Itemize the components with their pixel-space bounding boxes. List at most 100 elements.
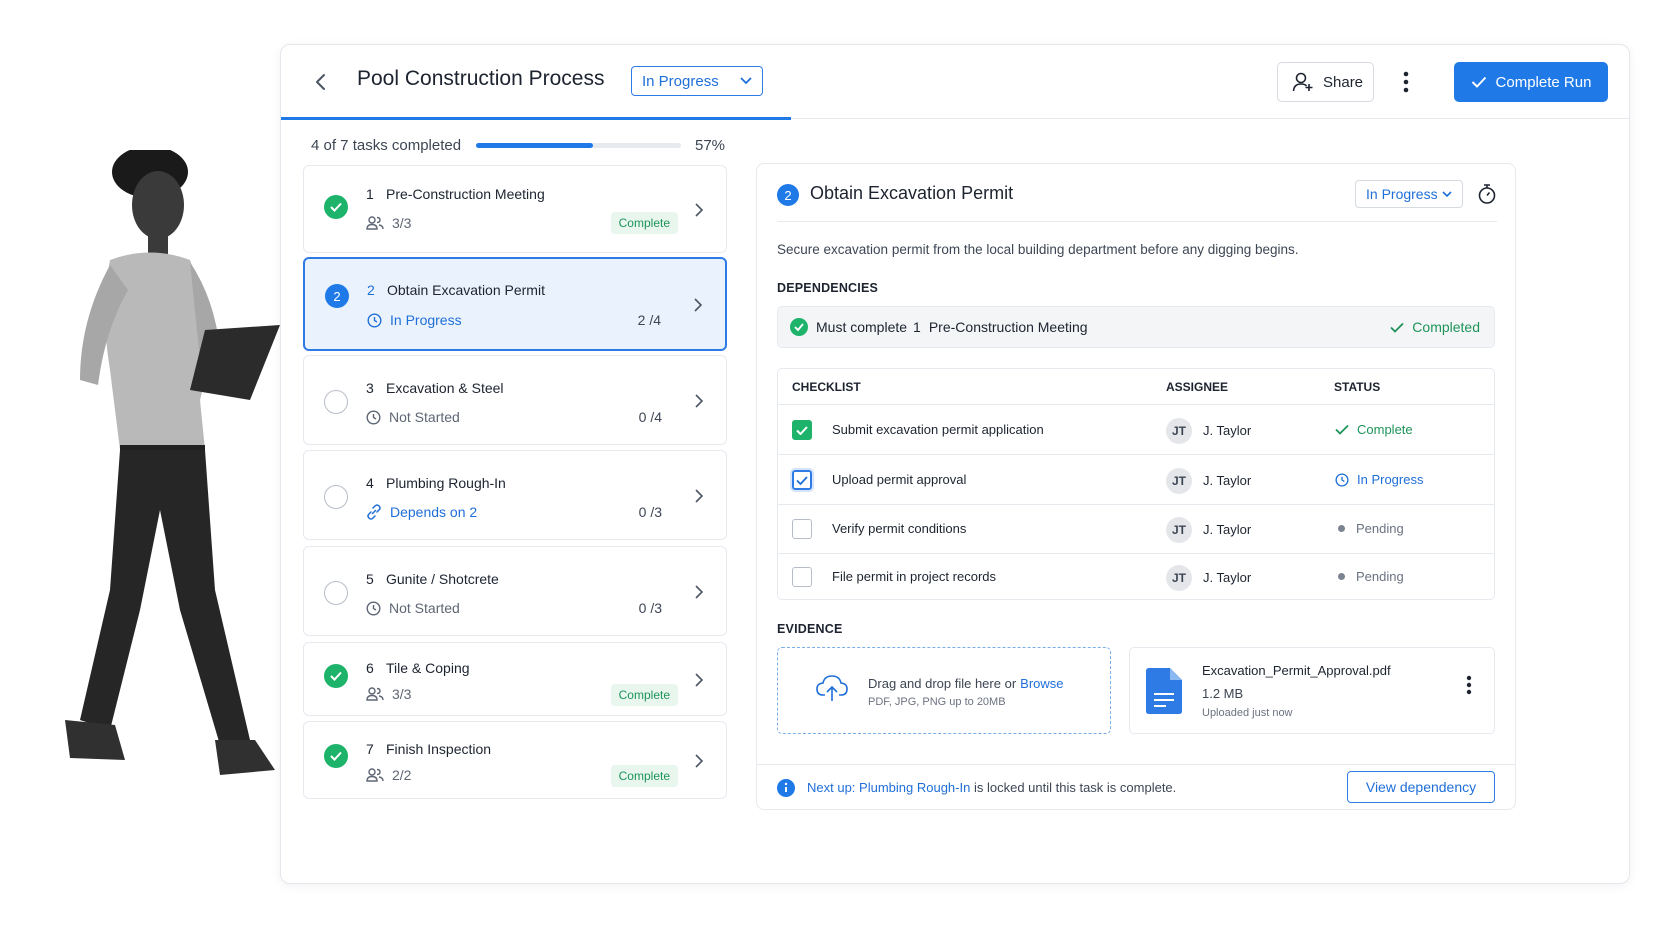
kebab-menu-icon: [1466, 675, 1472, 695]
users-icon: [366, 216, 384, 230]
checklist-status-text: Pending: [1356, 521, 1404, 536]
task-item-5[interactable]: 5 Gunite / Shotcrete Not Started 0 /3: [303, 546, 727, 636]
progress-percent: 57%: [695, 136, 726, 154]
task-number: 1: [366, 186, 374, 202]
task-title-text: Tile & Coping: [386, 660, 470, 676]
task-title: 2 Obtain Excavation Permit: [367, 282, 545, 298]
dependency-prefix: Must complete: [816, 319, 908, 335]
share-button[interactable]: Share: [1277, 62, 1374, 102]
uploaded-file-card[interactable]: Excavation_Permit_Approval.pdf 1.2 MB Up…: [1129, 647, 1495, 734]
task-item-3[interactable]: 3 Excavation & Steel Not Started 0 /4: [303, 355, 727, 445]
chevron-right-icon: [695, 394, 704, 408]
person-illustration: [65, 150, 280, 775]
task-detail-panel: 2 Obtain Excavation Permit In Progress S…: [756, 163, 1516, 810]
info-icon: [777, 779, 795, 797]
task-item-1[interactable]: 1 Pre-Construction Meeting 3/3 Complete: [303, 165, 727, 253]
task-active-number: 2: [325, 284, 349, 308]
status-badge: Complete: [610, 684, 678, 706]
checklist-status: Pending: [1335, 521, 1404, 536]
header: Pool Construction Process In Progress Sh…: [281, 45, 1629, 120]
check-icon: [1390, 322, 1404, 333]
checklist-checkbox[interactable]: [792, 519, 812, 539]
task-status-select[interactable]: In Progress: [1355, 180, 1463, 208]
assignee-name: J. Taylor: [1203, 473, 1252, 488]
complete-run-button[interactable]: Complete Run: [1454, 62, 1608, 102]
task-title-text: Finish Inspection: [386, 741, 492, 757]
dependency-title: Pre-Construction Meeting: [928, 319, 1088, 335]
checklist-item: Verify permit conditions: [832, 521, 967, 536]
task-item-2[interactable]: 2 2 Obtain Excavation Permit In Progress …: [303, 257, 727, 351]
add-user-icon: [1292, 72, 1313, 92]
browse-link[interactable]: Browse: [1020, 676, 1063, 691]
assignee-name: J. Taylor: [1203, 570, 1252, 585]
checklist-checkbox[interactable]: [792, 567, 812, 587]
col-status: STATUS: [1334, 380, 1381, 394]
pending-dot-icon: [1338, 525, 1345, 532]
avatar: JT: [1166, 468, 1192, 494]
checklist-checkbox[interactable]: [790, 468, 814, 492]
task-number: 5: [366, 571, 374, 587]
task-title: 3 Excavation & Steel: [366, 380, 504, 396]
checklist-status: Complete: [1335, 422, 1413, 437]
task-status-value: In Progress: [1366, 186, 1438, 202]
task-complete-icon: [324, 744, 348, 768]
checklist-item: File permit in project records: [832, 569, 996, 584]
complete-run-label: Complete Run: [1495, 73, 1592, 91]
clock-icon: [366, 409, 381, 425]
detail-title: Obtain Excavation Permit: [810, 183, 1014, 203]
task-item-6[interactable]: 6 Tile & Coping 3/3 Complete: [303, 642, 727, 716]
users-icon: [366, 687, 384, 701]
view-dependency-button[interactable]: View dependency: [1347, 771, 1495, 803]
assignee-name: J. Taylor: [1203, 423, 1252, 438]
file-drop-zone[interactable]: Drag and drop file here or Browse PDF, JP…: [777, 647, 1111, 734]
run-progress: 4 of 7 tasks completed 57%: [311, 133, 741, 157]
check-icon: [1471, 76, 1486, 88]
chevron-right-icon: [694, 298, 703, 312]
dependency-status-text: Completed: [1412, 319, 1480, 335]
evidence-heading: EVIDENCE: [777, 622, 843, 636]
drop-text: Drag and drop file here or Browse: [868, 676, 1064, 691]
dependency-status: Completed: [1390, 319, 1480, 335]
check-icon: [796, 425, 808, 435]
share-label: Share: [1323, 73, 1364, 91]
task-status: In Progress: [367, 312, 462, 328]
users-icon: [366, 768, 384, 782]
task-pending-icon: [324, 390, 348, 414]
progress-track: [476, 142, 681, 148]
task-pending-icon: [324, 485, 348, 509]
table-row: Submit excavation permit application JT …: [778, 406, 1494, 455]
status-badge: Complete: [610, 765, 678, 787]
task-number: 3: [366, 380, 374, 396]
task-meta-text: Not Started: [389, 600, 460, 616]
table-row: File permit in project records JT J. Tay…: [778, 553, 1494, 602]
file-upload-time: Uploaded just now: [1202, 707, 1293, 719]
timer-icon[interactable]: [1477, 183, 1497, 205]
checklist-status-text: Complete: [1357, 422, 1413, 437]
cloud-upload-icon: [816, 675, 848, 701]
chevron-down-icon: [1442, 190, 1452, 197]
check-icon: [1335, 424, 1349, 435]
next-up-suffix: is locked until this task is complete.: [973, 780, 1177, 795]
checklist-item: Submit excavation permit application: [832, 422, 1044, 437]
back-button[interactable]: [305, 67, 335, 97]
file-size: 1.2 MB: [1202, 686, 1244, 701]
chevron-right-icon: [695, 203, 704, 217]
task-pending-icon: [324, 581, 348, 605]
next-task-link[interactable]: Plumbing Rough-In: [859, 780, 970, 795]
task-item-4[interactable]: 4 Plumbing Rough-In Depends on 2 0 /3: [303, 450, 727, 540]
task-title: 1 Pre-Construction Meeting: [366, 186, 545, 202]
clock-icon: [1335, 472, 1349, 487]
detail-header: 2 Obtain Excavation Permit In Progress: [777, 180, 1497, 222]
next-up-label: Next up:: [807, 780, 856, 795]
task-title-text: Gunite / Shotcrete: [386, 571, 499, 587]
task-item-7[interactable]: 7 Finish Inspection 2/2 Complete: [303, 721, 727, 799]
more-options-button[interactable]: [1394, 67, 1418, 97]
clock-icon: [366, 600, 381, 616]
file-options-button[interactable]: [1460, 672, 1478, 698]
run-status-select[interactable]: In Progress: [631, 66, 763, 96]
checklist-checkbox[interactable]: [792, 420, 812, 440]
task-dependency: Depends on 2: [366, 504, 477, 520]
task-meta-text: 2/2: [392, 767, 412, 783]
app-window: Pool Construction Process In Progress Sh…: [280, 44, 1630, 884]
kebab-menu-icon: [1403, 71, 1409, 93]
